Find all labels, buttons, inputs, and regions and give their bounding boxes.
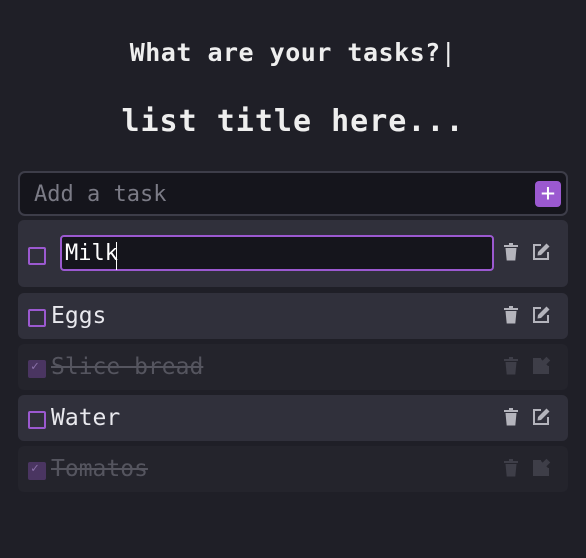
task-checkbox[interactable] (28, 247, 46, 265)
trash-icon[interactable] (501, 407, 521, 427)
text-cursor (116, 242, 117, 270)
add-task-button[interactable]: + (535, 181, 561, 207)
list-title[interactable]: list title here... (0, 104, 586, 139)
task-label: Tomatos (51, 456, 148, 482)
task-row: Eggs (18, 293, 568, 339)
task-row: Slice bread (18, 344, 568, 390)
edit-icon[interactable] (531, 242, 551, 262)
trash-icon[interactable] (501, 305, 521, 325)
task-row: Tomatos (18, 446, 568, 492)
edit-icon[interactable] (531, 356, 551, 376)
edit-icon[interactable] (531, 407, 551, 427)
app-title: What are your tasks?| (0, 38, 586, 67)
task-checkbox[interactable] (28, 309, 46, 327)
title-caret: | (440, 38, 457, 67)
task-checkbox-checked[interactable] (28, 461, 46, 480)
edit-icon[interactable] (531, 458, 551, 478)
add-task-box: + (18, 171, 568, 216)
task-checkbox-checked[interactable] (28, 359, 46, 378)
task-row: Water (18, 395, 568, 441)
trash-icon[interactable] (501, 458, 521, 478)
task-label: Water (51, 405, 121, 431)
task-row (18, 220, 568, 287)
task-label: Slice bread (51, 354, 204, 380)
task-edit-input[interactable] (60, 235, 494, 271)
task-checkbox[interactable] (28, 411, 46, 429)
trash-icon[interactable] (501, 242, 521, 262)
add-task-input[interactable] (32, 180, 516, 208)
task-label: Eggs (51, 303, 107, 329)
app-title-text: What are your tasks? (129, 38, 441, 67)
trash-icon[interactable] (501, 356, 521, 376)
edit-icon[interactable] (531, 305, 551, 325)
